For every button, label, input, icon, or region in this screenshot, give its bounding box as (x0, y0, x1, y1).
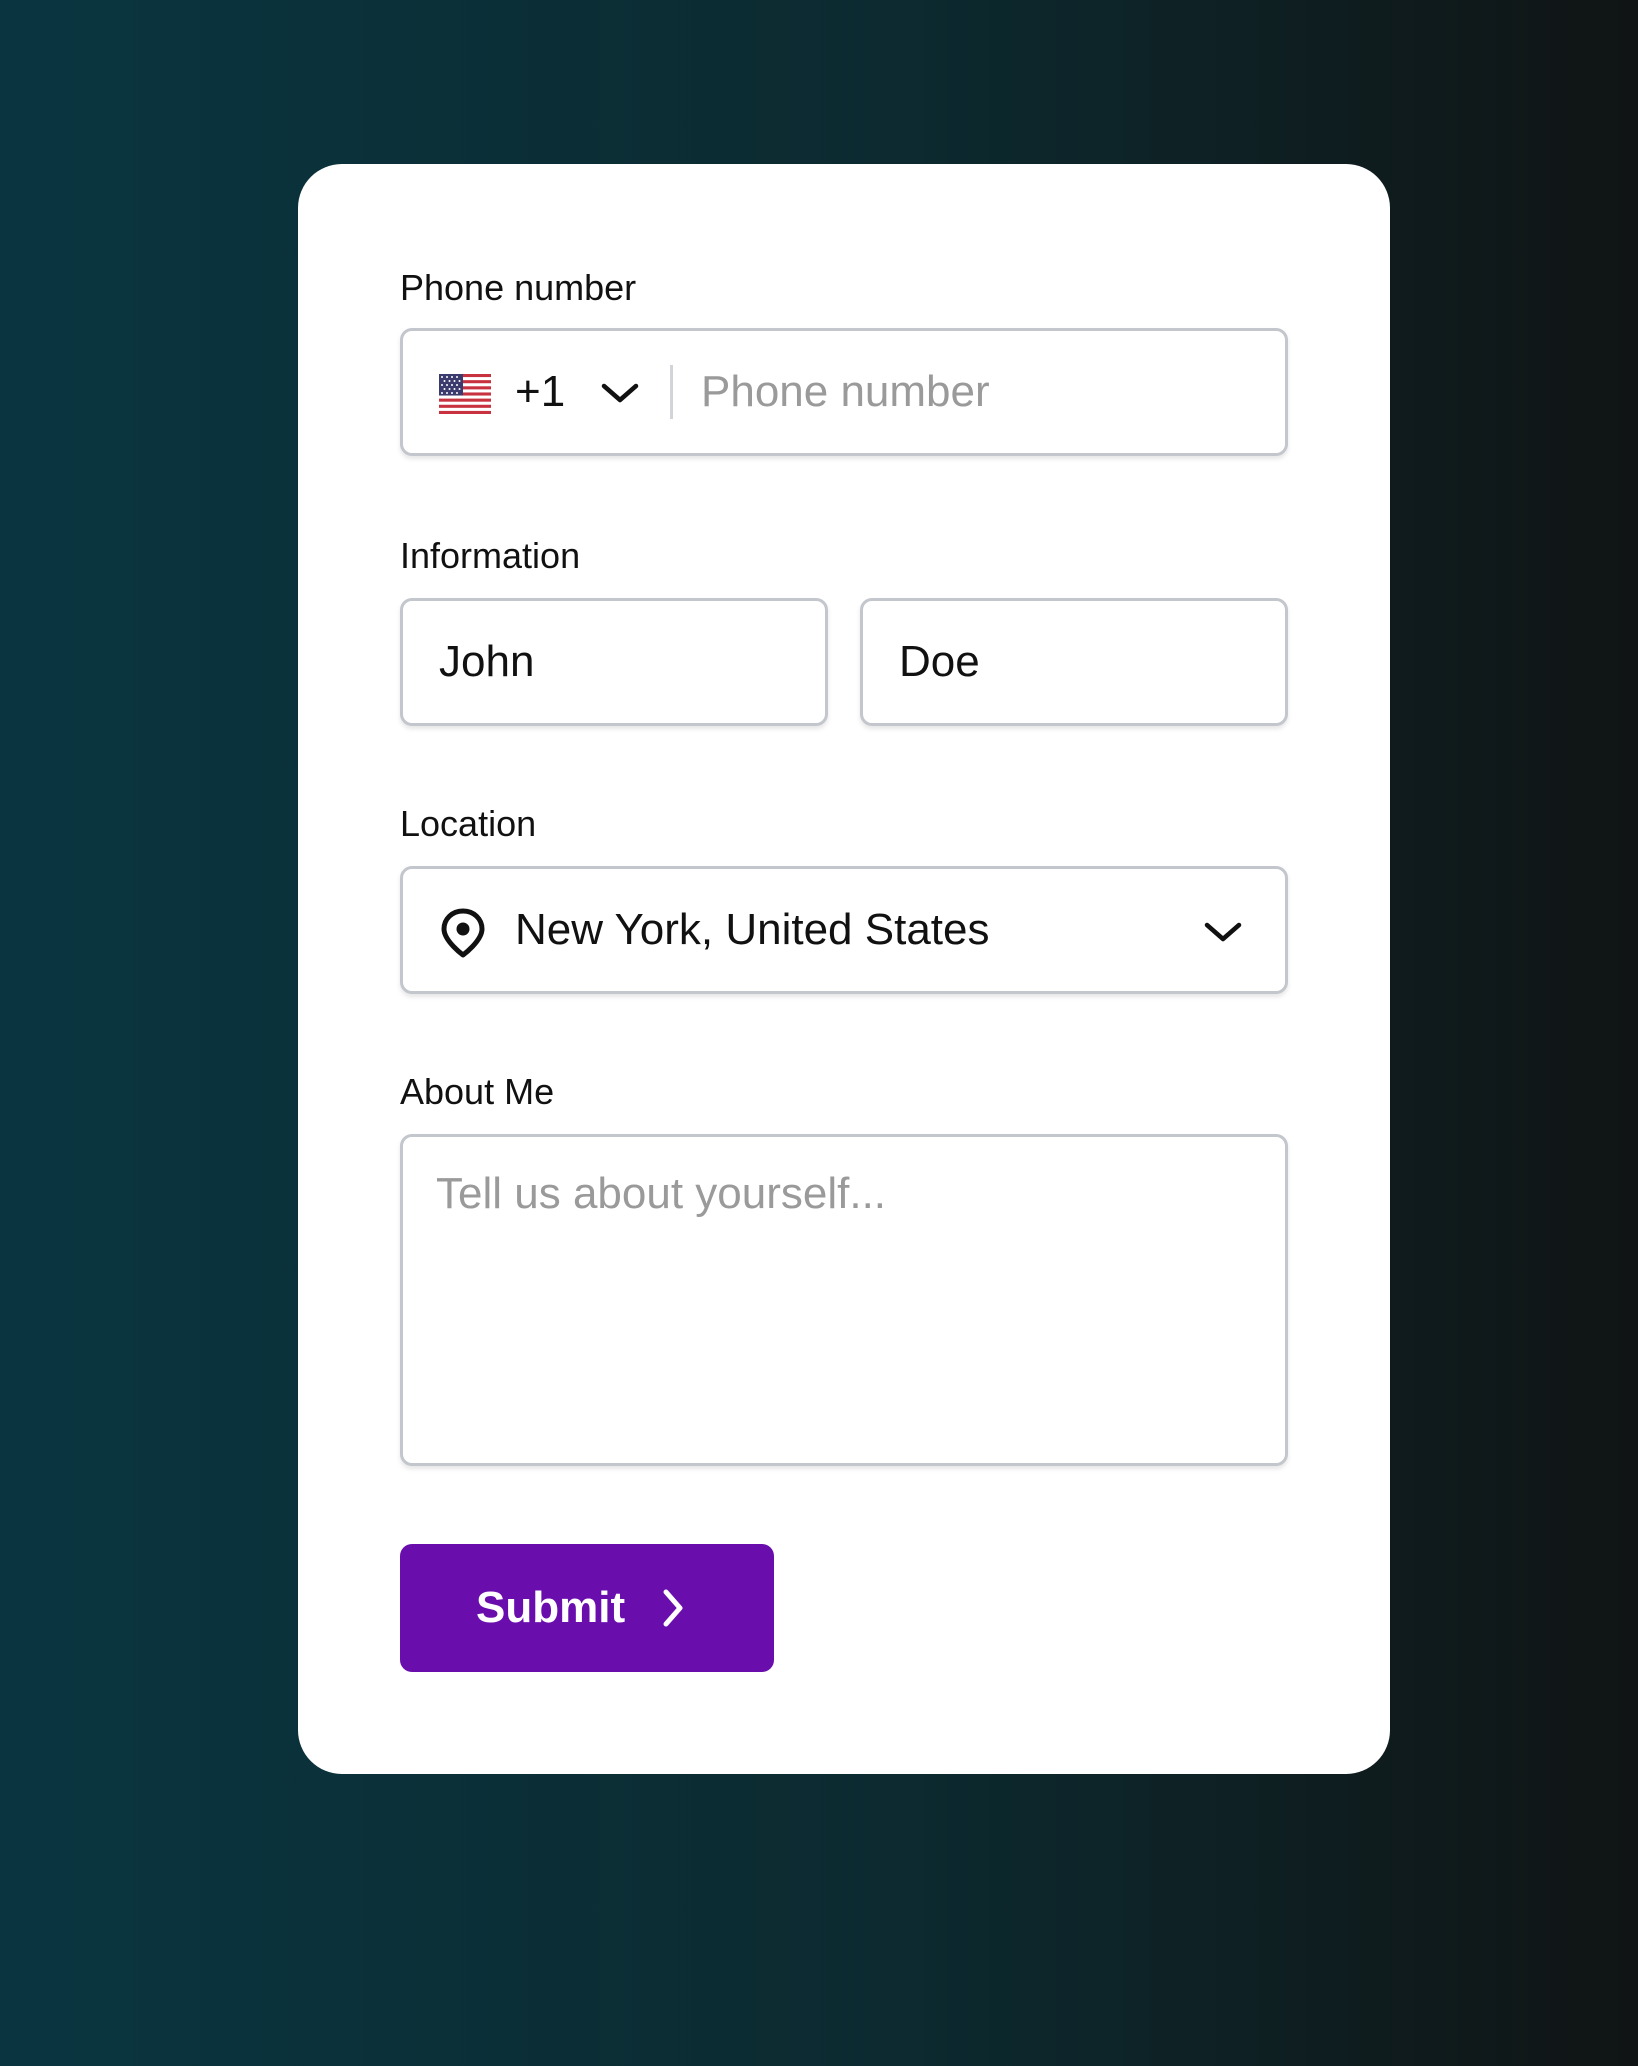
about-label: About Me (400, 1071, 555, 1112)
phone-label: Phone number (400, 267, 637, 308)
information-label: Information (400, 535, 581, 576)
about-textarea[interactable] (436, 1168, 1236, 1428)
chevron-down-icon[interactable] (600, 378, 640, 408)
location-select[interactable]: New York, United States (400, 866, 1288, 994)
phone-field: +1 Phone number (400, 328, 1288, 456)
last-name-value: Doe (899, 637, 980, 686)
form-card: Phone number +1 Phone number Information… (298, 164, 1390, 1774)
submit-button[interactable]: Submit (400, 1544, 774, 1672)
country-code[interactable]: +1 (515, 366, 565, 418)
about-field[interactable] (400, 1134, 1288, 1466)
chevron-right-icon (663, 1589, 683, 1627)
phone-input[interactable]: Phone number (701, 366, 990, 418)
chevron-down-icon[interactable] (1203, 917, 1243, 947)
first-name-value: John (439, 637, 535, 686)
us-flag-icon (439, 374, 491, 414)
location-value: New York, United States (515, 905, 990, 954)
submit-label: Submit (476, 1583, 626, 1632)
first-name-field[interactable]: John (400, 598, 828, 726)
last-name-field[interactable]: Doe (860, 598, 1288, 726)
phone-divider (670, 365, 673, 419)
location-label: Location (400, 803, 537, 844)
location-pin-icon (441, 908, 485, 958)
